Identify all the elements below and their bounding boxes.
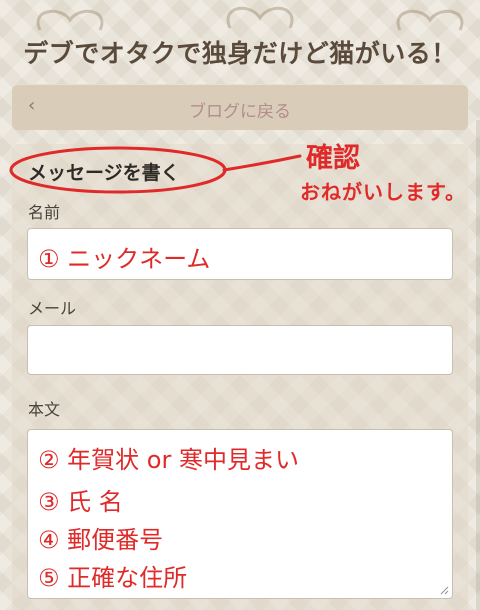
back-to-blog-button[interactable]: ‹ ブログに戻る — [12, 84, 468, 130]
site-title: デブでオタクで独身だけど猫がいる！ — [23, 39, 457, 68]
resize-grip-icon[interactable] — [439, 585, 449, 595]
body-annotation-item: ② 年賀状 or 寒中見まい — [38, 446, 299, 474]
mail-field[interactable] — [27, 325, 453, 375]
name-annotation: ① ニックネーム — [38, 245, 211, 273]
body-field-label: 本文 — [28, 400, 61, 419]
annotation-arrow — [222, 154, 302, 172]
body-annotation-item: ⑤ 正確な住所 — [38, 564, 188, 592]
name-field-label: 名前 — [28, 203, 61, 222]
back-to-blog-label: ブログに戻る — [189, 102, 291, 122]
annotation-circle — [9, 146, 227, 194]
body-annotation-item: ④ 郵便番号 — [38, 526, 164, 554]
annotation-note-line1: 確認 — [306, 143, 360, 174]
body-textarea[interactable]: ② 年賀状 or 寒中見まい ③ 氏 名 ④ 郵便番号 ⑤ 正確な住所 — [27, 429, 453, 599]
annotation-note-line2: おねがいします。 — [300, 180, 466, 204]
decorative-ornament — [36, 6, 464, 31]
body-annotation-item: ③ 氏 名 — [38, 488, 123, 516]
mail-field-label: メール — [28, 299, 77, 318]
scrollbar[interactable] — [476, 120, 480, 610]
name-field[interactable]: ① ニックネーム — [27, 228, 453, 280]
